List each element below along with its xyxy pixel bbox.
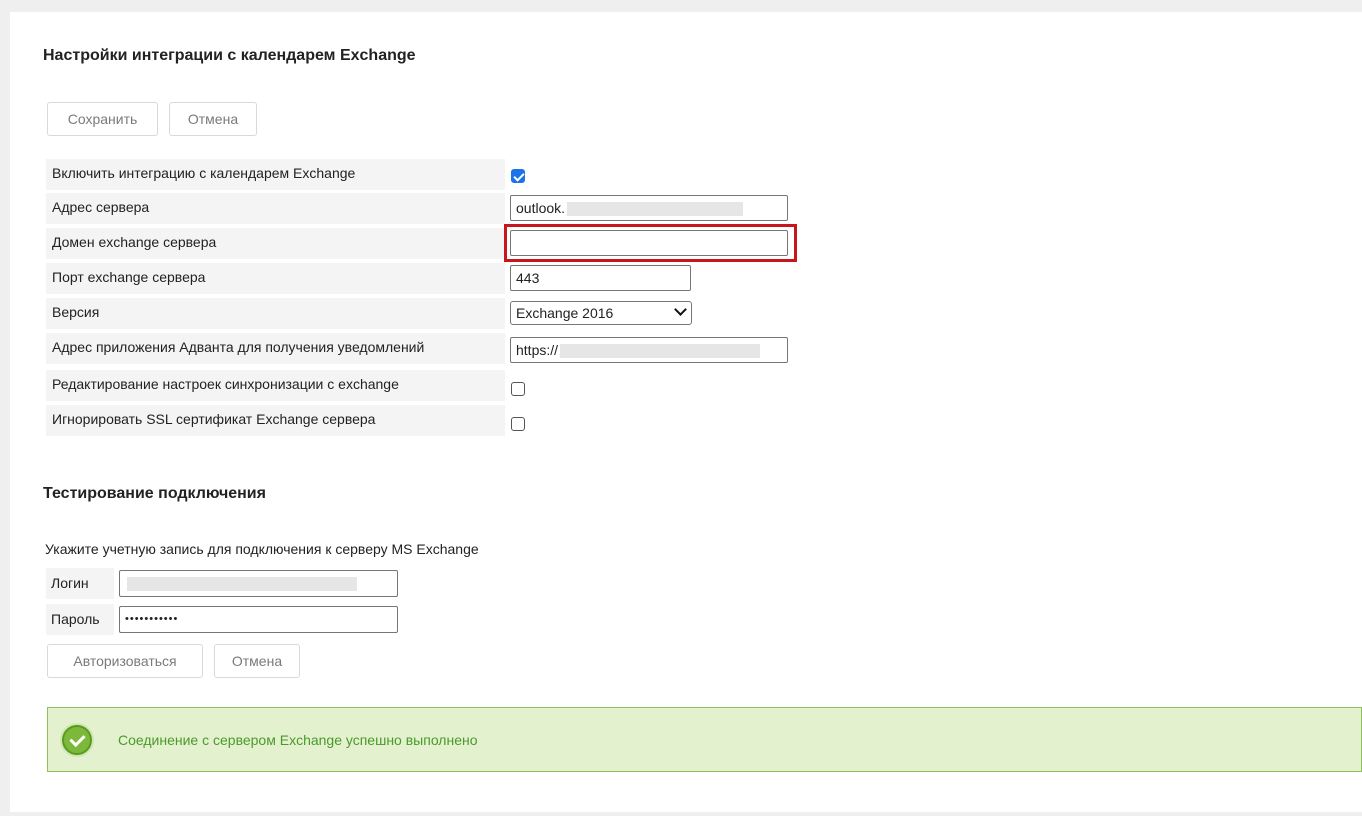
server-address-label: Адрес сервера [46,193,505,224]
setting-edit-sync: Редактирование настроек синхронизации с … [46,370,806,402]
setting-server-port: Порт exchange сервера 443 [46,263,806,295]
setting-ignore-ssl: Игнорировать SSL сертификат Exchange сер… [46,405,806,437]
section-title-test: Тестирование подключения [43,485,266,502]
setting-app-address: Адрес приложения Адванта для получения у… [46,333,806,365]
ignore-ssl-checkbox[interactable] [511,417,525,431]
cancel-button[interactable]: Отмена [169,102,257,136]
enable-exchange-checkbox[interactable] [511,169,525,183]
ignore-ssl-label: Игнорировать SSL сертификат Exchange сер… [46,405,505,436]
server-port-label: Порт exchange сервера [46,263,505,294]
server-domain-input[interactable] [510,230,788,256]
success-message: Соединение с сервером Exchange успешно в… [118,732,478,748]
password-input[interactable]: ••••••••••• [119,606,398,633]
chevron-down-icon [674,303,687,316]
edit-sync-label: Редактирование настроек синхронизации с … [46,370,505,401]
version-label: Версия [46,298,505,329]
login-input[interactable] [119,570,398,597]
credentials-hint: Укажите учетную запись для подключения к… [45,541,479,557]
setting-version: Версия Exchange 2016 [46,298,806,330]
server-domain-label: Домен exchange сервера [46,228,505,259]
app-address-input[interactable]: https:// [510,337,788,363]
authorize-button[interactable]: Авторизоваться [47,644,203,678]
login-label: Логин [46,568,114,599]
server-port-input[interactable]: 443 [510,265,691,291]
redacted-mask [567,202,744,217]
version-select[interactable]: Exchange 2016 [510,301,692,325]
page-title: Настройки интеграции с календарем Exchan… [43,47,416,64]
server-address-value: outlook. [516,200,566,216]
password-label: Пароль [46,604,114,635]
enable-exchange-label: Включить интеграцию с календарем Exchang… [46,159,505,190]
check-circle-icon [62,725,92,755]
redacted-mask [560,344,761,359]
setting-server-address: Адрес сервера outlook. [46,193,806,225]
server-address-input[interactable]: outlook. [510,195,788,221]
app-address-value: https:// [516,342,559,358]
settings-panel: Настройки интеграции с календарем Exchan… [10,12,1362,812]
redacted-mask [127,577,357,592]
setting-enable-exchange: Включить интеграцию с календарем Exchang… [46,159,806,191]
test-cancel-button[interactable]: Отмена [214,644,300,678]
app-address-label: Адрес приложения Адванта для получения у… [46,333,505,364]
setting-server-domain: Домен exchange сервера [46,224,806,262]
version-selected: Exchange 2016 [516,305,614,321]
save-button[interactable]: Сохранить [47,102,158,136]
edit-sync-checkbox[interactable] [511,382,525,396]
success-alert: Соединение с сервером Exchange успешно в… [47,707,1362,772]
